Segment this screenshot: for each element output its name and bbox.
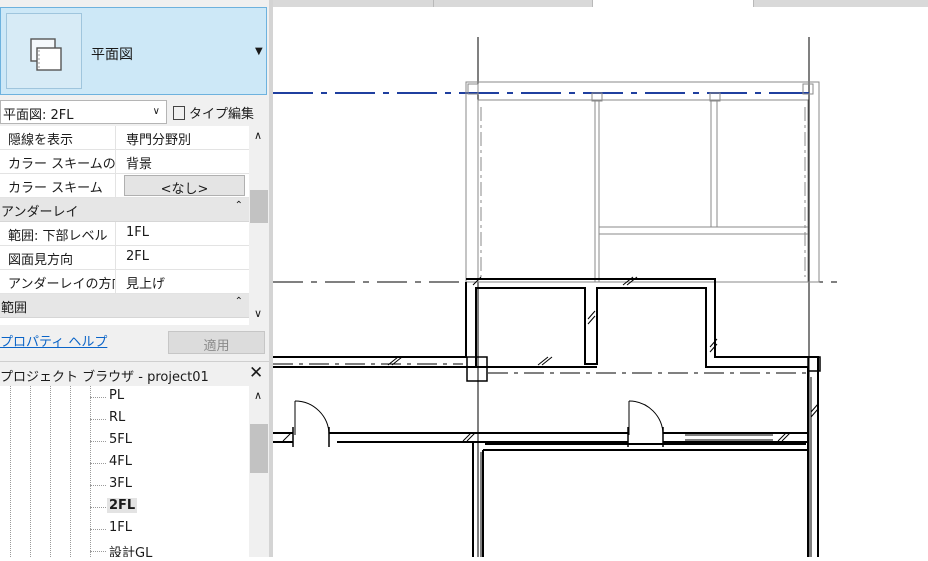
underlay-walls [465, 81, 820, 283]
property-name: カラー スキーム [0, 174, 116, 197]
collapse-icon[interactable]: ⌃ [235, 296, 243, 307]
properties-help-link[interactable]: プロパティ ヘルプ [0, 331, 107, 350]
tree-guide [50, 386, 51, 557]
floor-plan-icon [6, 13, 82, 89]
view-selector-row: 平面図: 2FL ∨ タイプ編集 [0, 100, 267, 125]
floor-plan-drawing [273, 37, 843, 557]
group-label: 範囲 [1, 301, 28, 316]
project-browser-tree: PL RL 5FL 4FL 3FL 2FL 1FL 設計GL [0, 386, 249, 557]
apply-button[interactable]: 適用 [168, 331, 265, 354]
door-swings [294, 400, 664, 436]
property-value[interactable]: 1FL [124, 222, 249, 245]
type-name: 平面図 [91, 47, 133, 63]
scrollbar-thumb[interactable] [250, 190, 268, 223]
window [685, 434, 773, 441]
underlay-hidden-lines [480, 107, 806, 277]
drawing-canvas[interactable] [273, 7, 928, 557]
tree-connector [90, 529, 106, 530]
tree-guide [10, 386, 11, 557]
property-name: アンダーレイの方向 [0, 270, 116, 293]
property-group-header[interactable]: アンダーレイ ⌃ [0, 198, 249, 222]
scroll-up-icon[interactable]: ∧ [254, 389, 262, 402]
property-name: カラー スキームの... [0, 150, 116, 173]
property-row[interactable]: 隠線を表示 専門分野別 [0, 126, 249, 150]
type-selector[interactable]: 平面図 ▼ [0, 7, 267, 95]
view-tab[interactable] [273, 0, 434, 7]
tree-connector [90, 551, 106, 552]
tree-guide [70, 386, 71, 557]
property-group-header[interactable]: 範囲 ⌃ [0, 294, 249, 318]
property-name: 範囲: 下部レベル [0, 222, 116, 245]
edit-type-label: タイプ編集 [189, 107, 255, 122]
wall-hatching [282, 276, 819, 442]
property-row[interactable]: 図面見方向 2FL [0, 246, 249, 270]
main-walls [273, 278, 819, 557]
left-panel: 平面図 ▼ 平面図: 2FL ∨ タイプ編集 隠線を表示 専門分野別 カラー ス… [0, 0, 273, 557]
tree-item-label: 1FL [109, 520, 132, 535]
properties-footer: プロパティ ヘルプ 適用 [0, 326, 269, 356]
tree-item-label: PL [109, 388, 125, 403]
project-browser-header: プロジェクト ブラウザ - project01 ✕ [0, 361, 269, 387]
close-icon[interactable]: ✕ [249, 363, 263, 383]
tree-guide [30, 386, 31, 557]
tree-connector [90, 463, 106, 464]
browser-scrollbar[interactable]: ∧ [249, 386, 269, 557]
scroll-down-icon[interactable]: ∨ [254, 307, 262, 320]
property-name: 隠線を表示 [0, 126, 116, 149]
property-row[interactable]: アンダーレイの方向 見上げ [0, 270, 249, 294]
group-label: アンダーレイ [1, 205, 79, 220]
tree-connector [90, 507, 106, 508]
dimension-lines [273, 363, 812, 557]
edit-type-button[interactable]: タイプ編集 [173, 100, 254, 124]
edit-type-icon [173, 106, 185, 120]
tree-item-label: 2FL [107, 498, 138, 513]
tree-connector [90, 397, 106, 398]
property-row[interactable]: カラー スキームの... 背景 [0, 150, 249, 174]
color-scheme-button[interactable]: <なし> [124, 175, 245, 197]
view-selector-value: 平面図: 2FL [3, 108, 74, 123]
property-row[interactable]: カラー スキーム <なし> [0, 174, 249, 198]
chevron-down-icon[interactable]: ▼ [255, 46, 263, 57]
property-value[interactable]: 見上げ [124, 270, 249, 293]
scroll-up-icon[interactable]: ∧ [254, 129, 262, 142]
tree-item-label: 4FL [109, 454, 132, 469]
tree-connector [90, 419, 106, 420]
view-tab[interactable] [754, 0, 928, 7]
properties-grid: 隠線を表示 専門分野別 カラー スキームの... 背景 カラー スキーム <なし… [0, 126, 249, 325]
tree-item-label: RL [109, 410, 126, 425]
tree-guide [90, 386, 91, 557]
view-selector-dropdown[interactable]: 平面図: 2FL ∨ [0, 100, 167, 124]
view-tab-active[interactable] [593, 0, 754, 7]
property-value[interactable]: 専門分野別 [124, 126, 249, 149]
tree-item-label: 3FL [109, 476, 132, 491]
view-tab[interactable] [434, 0, 593, 7]
property-row[interactable]: 範囲: 下部レベル 1FL [0, 222, 249, 246]
tree-item-label: 5FL [109, 432, 132, 447]
project-browser-title: プロジェクト ブラウザ - project01 [0, 370, 209, 385]
properties-scrollbar[interactable]: ∧ ∨ [249, 126, 269, 325]
tree-item-label: 設計GL [109, 546, 153, 557]
property-value[interactable]: 2FL [124, 246, 249, 269]
tree-connector [90, 441, 106, 442]
tree-connector [90, 485, 106, 486]
scrollbar-thumb[interactable] [250, 424, 268, 473]
property-value[interactable]: 背景 [124, 150, 249, 173]
property-name: 図面見方向 [0, 246, 116, 269]
chevron-down-icon: ∨ [152, 106, 160, 117]
collapse-icon[interactable]: ⌃ [235, 200, 243, 211]
